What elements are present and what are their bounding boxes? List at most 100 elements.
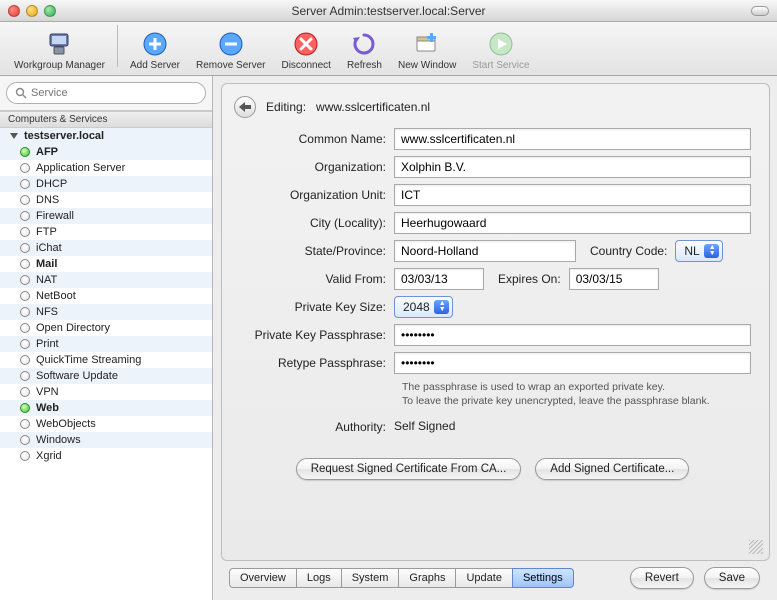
status-dot-icon [20,371,30,381]
server-row[interactable]: testserver.local [0,128,212,144]
tab-logs[interactable]: Logs [296,568,342,588]
tab-graphs[interactable]: Graphs [398,568,456,588]
service-label: NFS [36,306,58,318]
service-row[interactable]: Open Directory [0,320,212,336]
back-button[interactable] [234,96,256,118]
service-label: Application Server [36,162,125,174]
bottom-bar: Overview Logs System Graphs Update Setti… [221,561,770,593]
organization-label: Organization: [234,160,394,174]
service-row[interactable]: NFS [0,304,212,320]
tab-overview[interactable]: Overview [229,568,297,588]
new-window-button[interactable]: New Window [390,30,464,71]
new-window-icon [413,30,441,58]
service-row[interactable]: Print [0,336,212,352]
valid-from-label: Valid From: [234,272,394,286]
disconnect-icon [292,30,320,58]
service-row[interactable]: iChat [0,240,212,256]
toolbar-label: Refresh [347,60,382,71]
service-row[interactable]: QuickTime Streaming [0,352,212,368]
service-label: Firewall [36,210,74,222]
service-label: NetBoot [36,290,76,302]
status-dot-icon [20,307,30,317]
service-row[interactable]: Mail [0,256,212,272]
certificate-card: Editing: www.sslcertificaten.nl Common N… [221,83,770,561]
city-input[interactable] [394,212,751,234]
editing-label: Editing: [266,100,306,114]
service-row[interactable]: AFP [0,144,212,160]
passphrase-input[interactable] [394,324,751,346]
refresh-button[interactable]: Refresh [339,30,390,71]
expires-on-label: Expires On: [498,272,561,286]
service-row[interactable]: NetBoot [0,288,212,304]
add-server-button[interactable]: Add Server [122,30,188,71]
authority-value: Self Signed [394,418,455,436]
tab-settings[interactable]: Settings [512,568,574,588]
service-label: Xgrid [36,450,62,462]
select-arrows-icon: ▲▼ [439,301,446,313]
tab-bar: Overview Logs System Graphs Update Setti… [229,568,574,588]
common-name-input[interactable] [394,128,751,150]
state-label: State/Province: [234,244,394,258]
refresh-icon [350,30,378,58]
status-dot-icon [20,275,30,285]
service-row[interactable]: Xgrid [0,448,212,464]
retype-passphrase-input[interactable] [394,352,751,374]
key-size-value: 2048 [403,300,430,314]
disclosure-triangle-icon[interactable] [10,133,18,139]
search-field[interactable] [6,82,206,104]
disconnect-button[interactable]: Disconnect [273,30,338,71]
status-dot-icon [20,195,30,205]
toolbar-label: Remove Server [196,60,265,71]
resize-grip-icon[interactable] [749,540,763,554]
expires-on-input[interactable] [569,268,659,290]
key-size-select[interactable]: 2048 ▲▼ [394,296,453,318]
revert-button[interactable]: Revert [630,567,694,589]
back-arrow-icon [239,102,251,112]
status-dot-icon [20,163,30,173]
search-input[interactable] [31,87,197,99]
status-dot-icon [20,355,30,365]
status-dot-icon [20,323,30,333]
country-code-label: Country Code: [590,244,667,258]
titlebar: Server Admin:testserver.local:Server [0,0,777,22]
hint-line-1: The passphrase is used to wrap an export… [402,380,751,394]
request-signed-cert-button[interactable]: Request Signed Certificate From CA... [296,458,522,480]
service-row[interactable]: DNS [0,192,212,208]
service-row[interactable]: WebObjects [0,416,212,432]
start-service-icon [487,30,515,58]
toolbar-pill-button[interactable] [751,6,769,16]
service-row[interactable]: Web [0,400,212,416]
service-row[interactable]: DHCP [0,176,212,192]
service-row[interactable]: VPN [0,384,212,400]
service-label: QuickTime Streaming [36,354,141,366]
status-dot-icon [20,259,30,269]
status-dot-icon [20,339,30,349]
state-input[interactable] [394,240,576,262]
org-unit-input[interactable] [394,184,751,206]
add-signed-cert-button[interactable]: Add Signed Certificate... [535,458,689,480]
service-row[interactable]: Application Server [0,160,212,176]
service-tree[interactable]: testserver.local AFP Application Server DH… [0,128,212,600]
service-label: Mail [36,258,57,270]
status-dot-icon [20,243,30,253]
valid-from-input[interactable] [394,268,484,290]
organization-input[interactable] [394,156,751,178]
start-service-button[interactable]: Start Service [464,30,537,71]
workgroup-manager-button[interactable]: Workgroup Manager [6,30,113,71]
country-code-select[interactable]: NL ▲▼ [675,240,722,262]
service-row[interactable]: Windows [0,432,212,448]
service-row[interactable]: NAT [0,272,212,288]
tab-system[interactable]: System [341,568,400,588]
key-size-label: Private Key Size: [234,300,394,314]
save-button[interactable]: Save [704,567,760,589]
tab-update[interactable]: Update [455,568,512,588]
service-row[interactable]: FTP [0,224,212,240]
common-name-label: Common Name: [234,132,394,146]
service-row[interactable]: Software Update [0,368,212,384]
remove-server-icon [217,30,245,58]
toolbar-separator [117,25,118,67]
toolbar-label: Start Service [472,60,529,71]
remove-server-button[interactable]: Remove Server [188,30,273,71]
service-row[interactable]: Firewall [0,208,212,224]
service-label: Software Update [36,370,118,382]
